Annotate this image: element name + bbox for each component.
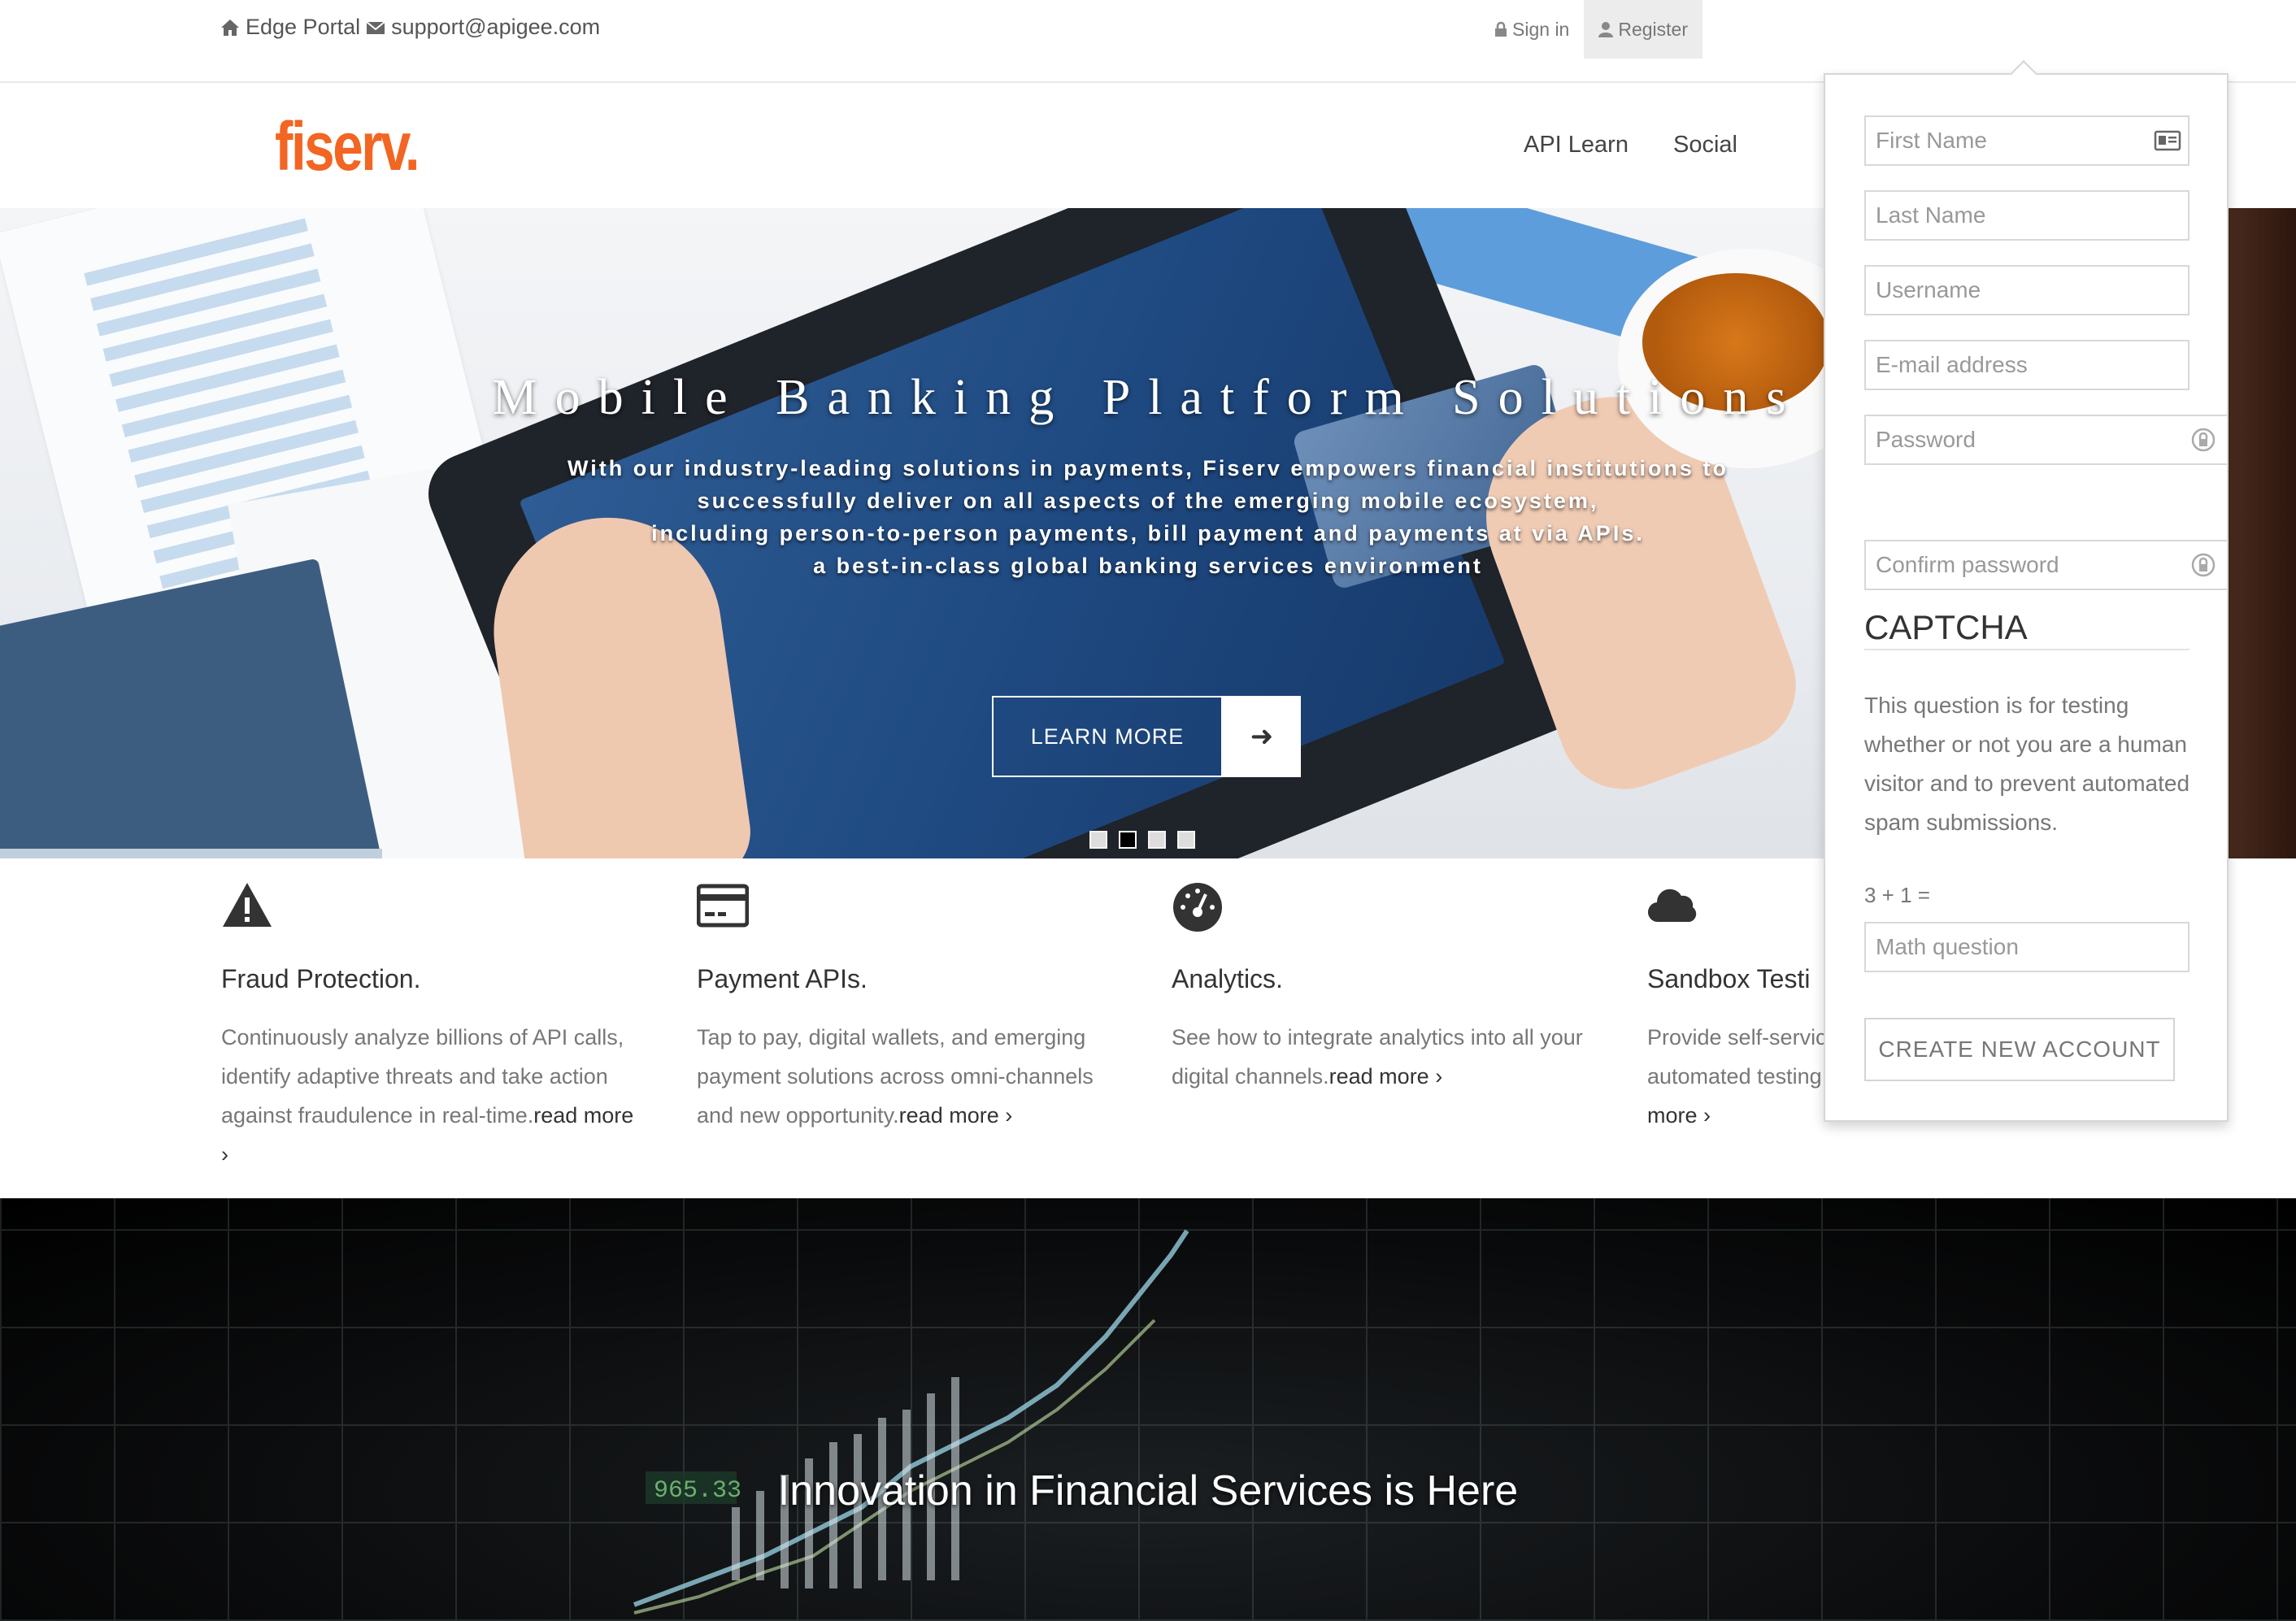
feature-text: Provide self-servic automated testing mor… [1647,1018,1834,1135]
credit-card-icon [697,884,749,928]
captcha-heading: CAPTCHA [1864,608,2189,650]
confirm-password-visibility-icon[interactable] [2189,551,2217,579]
feature-text: Tap to pay, digital wallets, and emergin… [697,1018,1120,1135]
hero-subtitle-line: With our industry-leading solutions in p… [567,456,1729,480]
carousel-indicators [1089,831,1195,849]
innovation-banner: 965.33 Innovation in Financial Services … [0,1198,2296,1621]
feature-title: Payment APIs. [697,964,868,993]
sign-in-link[interactable]: Sign in [1480,0,1584,59]
banner-title: Innovation in Financial Services is Here [777,1467,1519,1515]
register-link[interactable]: Register [1584,0,1702,59]
last-name-input[interactable] [1864,190,2189,241]
feature-text: See how to integrate analytics into all … [1172,1018,1594,1096]
carousel-dot[interactable] [1148,831,1166,849]
carousel-dot[interactable] [1089,831,1107,849]
password-input[interactable] [1864,415,2229,465]
carousel-dot[interactable] [1177,831,1195,849]
top-bar-left: Edge Portal support@apigee.com [220,15,600,40]
lock-icon [1495,21,1507,37]
first-name-input[interactable] [1864,115,2189,166]
hero-subtitle-line: including person-to-person payments, bil… [651,521,1645,545]
carousel-progress-bar [0,849,382,858]
envelope-icon [366,20,385,34]
fiserv-logo[interactable]: fiserv. [275,107,420,186]
feature-title: Sandbox Testi [1647,964,1811,993]
confirm-password-input[interactable] [1864,540,2229,590]
cloud-icon [1647,889,1697,923]
feature-description: Provide self-servic automated testing [1647,1025,1827,1089]
feature-description: Tap to pay, digital wallets, and emergin… [697,1025,1094,1128]
top-bar-right: Sign in Register [1480,0,1702,59]
read-more-link[interactable]: more › [1647,1103,1711,1128]
hero-subtitle-line: a best-in-class global banking services … [813,554,1483,578]
banner-bg-stock-chart: 965.33 [633,1229,1189,1614]
learn-more-label: LEARN MORE [992,696,1223,777]
create-account-button[interactable]: CREATE NEW ACCOUNT [1864,1018,2175,1081]
read-more-link[interactable]: read more › [899,1103,1013,1128]
learn-more-button[interactable]: LEARN MORE ➜ [992,696,1301,777]
math-question-input[interactable] [1864,922,2189,972]
password-visibility-icon[interactable] [2189,426,2217,454]
warning-icon [223,883,272,927]
user-icon [1598,22,1614,37]
nav-item-api-learn[interactable]: API Learn [1524,132,1629,159]
top-bar: Edge Portal support@apigee.com Sign in R… [0,0,2296,83]
carousel-dot-active[interactable] [1119,831,1137,849]
hero-subtitle-line: successfully deliver on all aspects of t… [697,489,1599,513]
feature-text: Continuously analyze billions of API cal… [221,1018,644,1174]
nav-item-social[interactable]: Social [1673,132,1737,159]
feature-title: Analytics. [1172,964,1283,993]
dashboard-icon [1173,883,1222,932]
hero-bg-edge [2228,208,2296,858]
arrow-right-icon: ➜ [1223,696,1301,777]
math-question-label: 3 + 1 = [1864,883,1930,907]
support-email-link[interactable]: support@apigee.com [391,15,600,40]
read-more-link[interactable]: read more › [1329,1064,1443,1089]
register-dropdown: CAPTCHA This question is for testing whe… [1824,60,2229,1122]
edge-portal-link[interactable]: Edge Portal [246,15,360,40]
feature-title: Fraud Protection. [221,964,421,993]
captcha-description: This question is for testing whether or … [1864,693,2190,835]
home-icon [221,19,239,36]
email-input[interactable] [1864,340,2189,390]
hero-subtitle: With our industry-leading solutions in p… [439,452,1857,582]
sign-in-label: Sign in [1512,18,1570,40]
register-label: Register [1618,18,1688,40]
username-input[interactable] [1864,265,2189,315]
id-card-icon [2154,130,2181,151]
